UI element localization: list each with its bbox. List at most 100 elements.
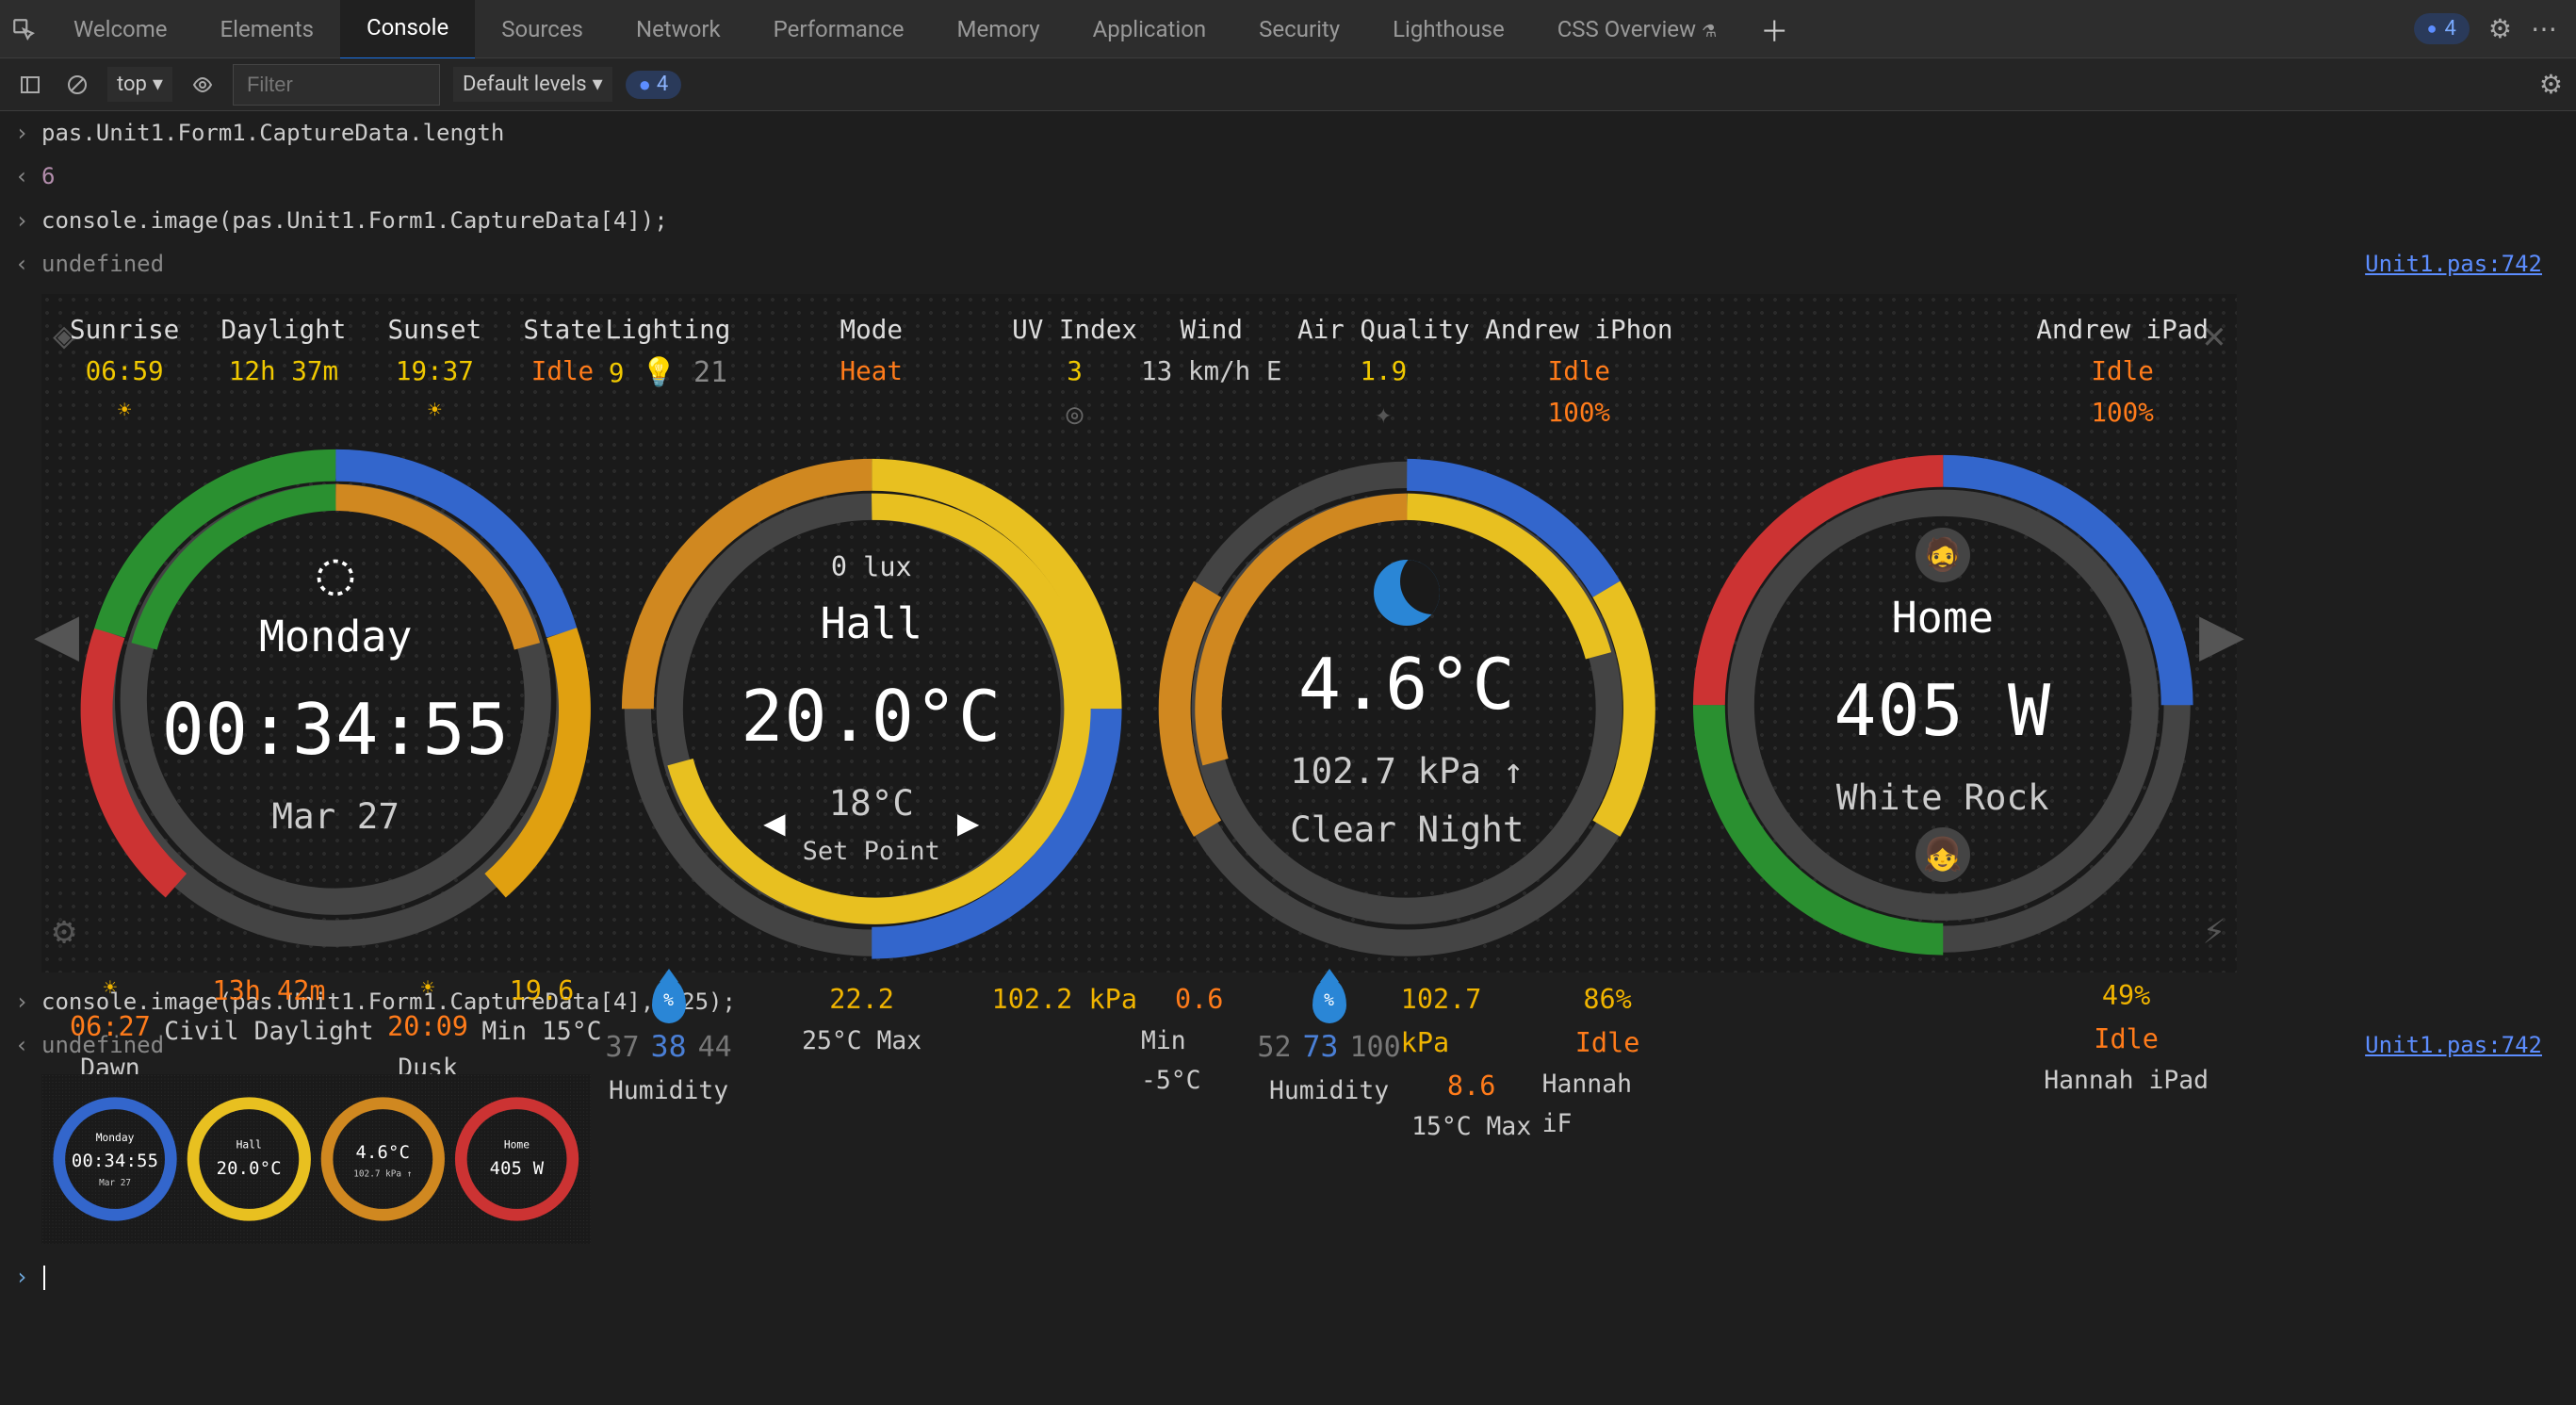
label-aq: Air Quality [1297, 309, 1470, 351]
console-toolbar: top ▾ Default levels ▾ 4 ⚙ [0, 58, 2576, 111]
flask-icon: ⚗ [1702, 22, 1717, 41]
value-device-2-pct: 100% [2091, 392, 2153, 433]
mini-press: 102.7 kPa ↑ [353, 1167, 412, 1181]
tab-performance[interactable]: Performance [747, 0, 931, 59]
context-selector[interactable]: top ▾ [107, 67, 172, 102]
sunset-icon: ☀ [428, 392, 441, 428]
label-device-4: Hannah iPad [2044, 1061, 2209, 1101]
mini-day: Monday [96, 1129, 135, 1146]
gauge-location: White Rock [1836, 769, 2049, 825]
inspect-icon[interactable] [0, 17, 47, 41]
return-marker-icon: ‹ [15, 1027, 41, 1063]
chevron-down-icon: ▾ [593, 73, 603, 96]
mini-room: Hall [236, 1136, 262, 1153]
log-levels-selector[interactable]: Default levels ▾ [453, 67, 612, 102]
value-dusk: 20:09 [387, 1005, 468, 1049]
settings-icon[interactable]: ⚙ [2488, 13, 2512, 44]
sunrise-icon: ☀ [118, 392, 131, 428]
console-settings-icon[interactable]: ⚙ [2539, 69, 2563, 100]
tab-elements[interactable]: Elements [194, 0, 340, 59]
mini-power: 405 W [490, 1154, 545, 1183]
tab-security[interactable]: Security [1232, 0, 1366, 59]
tab-network[interactable]: Network [610, 0, 747, 59]
console-image-output: ◈ ✕ ⚙ ⚡ ◀ ▶ Sunrise06:59☀ Daylight12h 37… [0, 286, 2576, 980]
console-prompt[interactable]: › [0, 1251, 2576, 1302]
humidity-lo: 52 [1257, 1025, 1291, 1070]
label-humidity: Humidity [609, 1071, 728, 1111]
clear-console-icon[interactable] [60, 68, 94, 102]
gauge-condition: Clear Night [1290, 801, 1524, 858]
dashboard-widget: ◈ ✕ ⚙ ⚡ ◀ ▶ Sunrise06:59☀ Daylight12h 37… [41, 294, 2237, 972]
value-dawn: 06:27 [70, 1005, 151, 1049]
value-mode: Heat [840, 351, 903, 392]
filter-input[interactable] [233, 64, 440, 106]
prompt-marker-icon: › [15, 984, 41, 1020]
label-sunrise: Sunrise [70, 309, 179, 351]
mini-home: Home [504, 1136, 530, 1153]
add-tab-icon[interactable]: ＋ [1743, 8, 1805, 50]
issues-badge-inline[interactable]: 4 [626, 71, 682, 99]
label-humidity: Humidity [1269, 1071, 1389, 1111]
label-max-temp: 25°C Max [802, 1021, 921, 1061]
gauge-power: 405 W [1834, 654, 2051, 767]
toggle-sidebar-icon[interactable] [13, 68, 47, 102]
label-civil: Civil Daylight [164, 1012, 373, 1052]
label-state: State [523, 309, 601, 351]
tab-memory[interactable]: Memory [931, 0, 1067, 59]
tab-console[interactable]: Console [340, 0, 475, 60]
tab-lighthouse[interactable]: Lighthouse [1366, 0, 1531, 59]
value-sunset: 19:37 [396, 351, 474, 392]
gauge-home: Andrew iPadIdle100% 🧔 Home [1677, 303, 2209, 963]
value-out-max: 8.6 [1447, 1065, 1495, 1108]
source-link[interactable]: Unit1.pas:742 [2365, 1027, 2561, 1063]
live-expression-icon[interactable] [186, 68, 220, 102]
setpoint-up-icon: ▶ [957, 794, 979, 853]
console-input-line: › console.image(pas.Unit1.Form1.CaptureD… [0, 199, 2576, 242]
humidity-lo: 37 [606, 1025, 640, 1070]
label-uv: UV Index [1012, 309, 1137, 351]
gauge-setpoint: 18°C [829, 775, 914, 831]
gauge-time: 00:34:55 [162, 673, 510, 786]
console-input-line: › pas.Unit1.Form1.CaptureData.length [0, 111, 2576, 155]
label-daylight: Daylight [220, 309, 346, 351]
humidity-val: 73 [1303, 1023, 1339, 1070]
prompt-marker-icon: › [15, 115, 41, 151]
label-device-3: Hannah iF [1542, 1065, 1673, 1145]
label-out-max: 15°C Max [1411, 1107, 1531, 1147]
gauge-home-label: Home [1892, 584, 1994, 652]
prompt-marker-icon: › [15, 1259, 41, 1295]
value-civil: 13h 42m [212, 970, 325, 1013]
return-marker-icon: ‹ [15, 158, 41, 194]
tab-application[interactable]: Application [1067, 0, 1233, 59]
value-pressure: 102.2 kPa [992, 978, 1137, 1021]
gauge-out-temp: 4.6°C [1298, 628, 1516, 741]
humidity-icon: % [652, 978, 686, 1023]
devtools-tab-bar: Welcome Elements Console Sources Network… [0, 0, 2576, 58]
gauge-date: Mar 27 [272, 788, 399, 844]
value-state: Idle [531, 351, 594, 392]
value-daylight: 12h 37m [229, 351, 338, 392]
humidity-hi: 44 [698, 1025, 732, 1070]
console-code: pas.Unit1.Form1.CaptureData.length [41, 115, 2561, 151]
tab-css-overview[interactable]: CSS Overview⚗ [1531, 0, 1744, 59]
tab-welcome[interactable]: Welcome [47, 0, 194, 59]
tab-sources[interactable]: Sources [475, 0, 610, 59]
console-result: 6 [41, 158, 2561, 194]
gauge-room-name: Hall [821, 590, 922, 658]
issues-badge[interactable]: 4 [2414, 13, 2470, 44]
humidity-icon: % [1312, 978, 1346, 1023]
moon-icon [1374, 560, 1440, 626]
mini-date: Mar 27 [99, 1175, 131, 1189]
label-wind: Wind [1181, 309, 1243, 351]
value-max-temp: 22.2 [829, 978, 894, 1021]
mini-out-temp: 4.6°C [355, 1138, 410, 1167]
label-lighting: Lighting [606, 309, 731, 351]
gauge-clock: Sunrise06:59☀ Daylight12h 37m Sunset19:3… [70, 303, 602, 963]
return-marker-icon: ‹ [15, 246, 41, 282]
gauge-outdoor: Wind13 km/h E Air Quality1.9✦ Andrew iPh… [1141, 303, 1673, 963]
value-uv: 3 [1067, 351, 1083, 392]
console-output: › pas.Unit1.Form1.CaptureData.length ‹ 6… [0, 111, 2576, 1405]
more-icon[interactable]: ⋯ [2531, 13, 2557, 44]
cursor [43, 1266, 45, 1290]
source-link[interactable]: Unit1.pas:742 [2365, 246, 2561, 282]
